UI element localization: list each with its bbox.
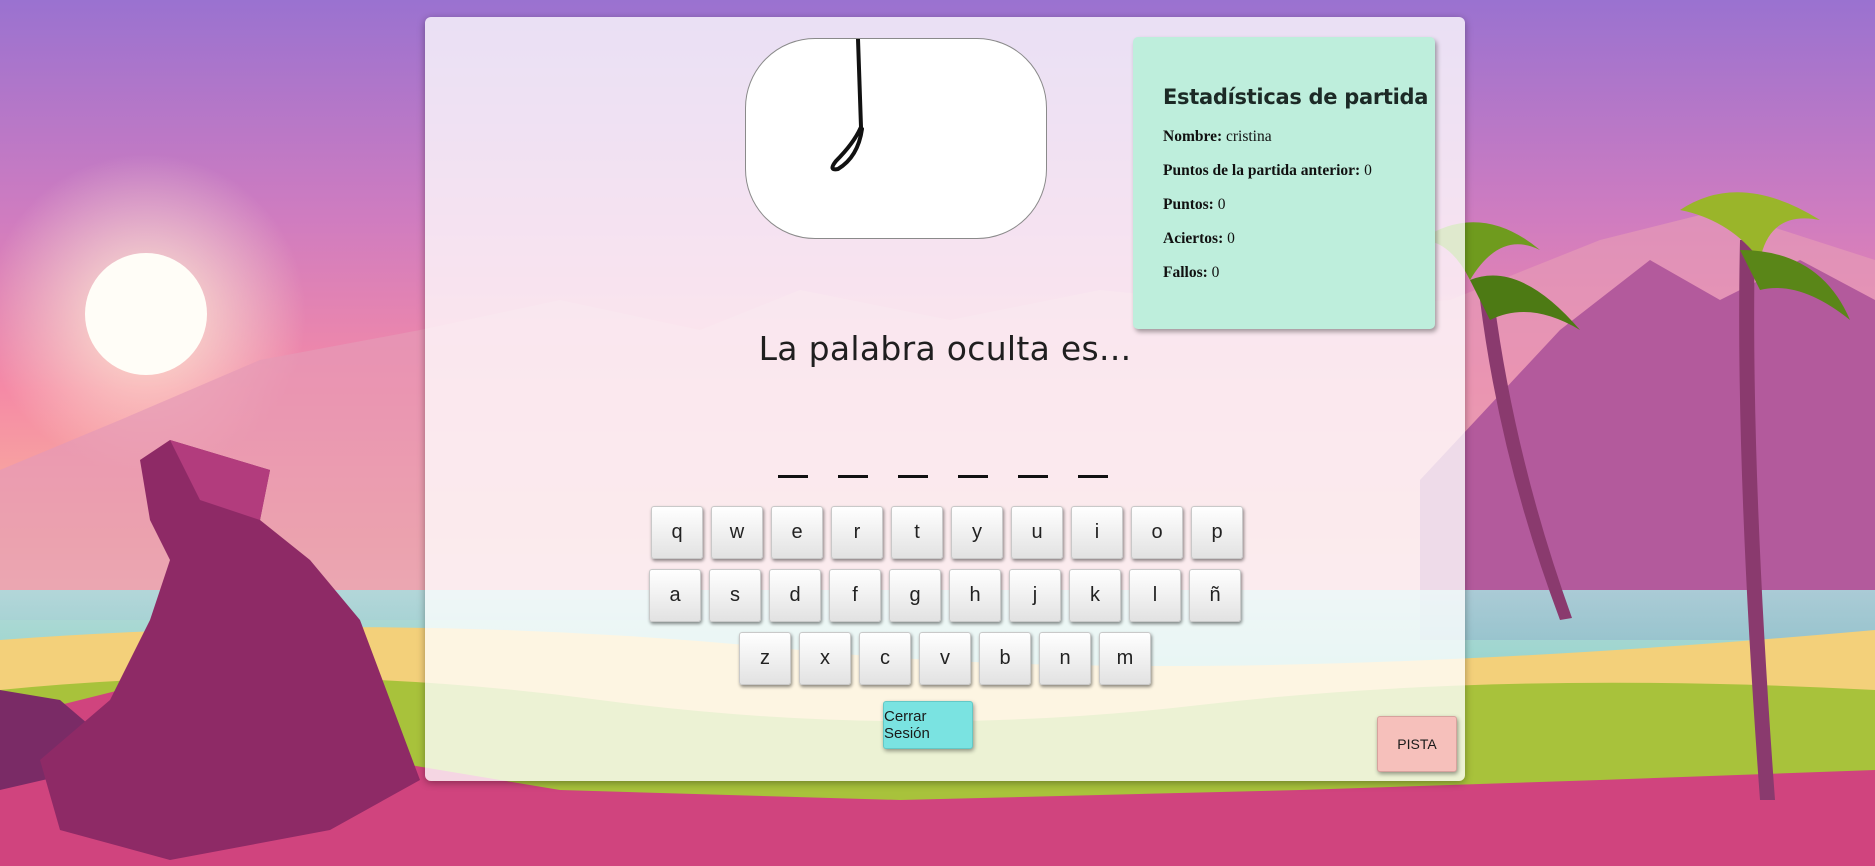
key-m[interactable]: m: [1099, 632, 1151, 685]
stat-misses: Fallos: 0: [1163, 264, 1435, 283]
key-o[interactable]: o: [1131, 506, 1183, 559]
logout-button[interactable]: Cerrar Sesión: [883, 701, 973, 749]
key-x[interactable]: x: [799, 632, 851, 685]
key-ñ[interactable]: ñ: [1189, 569, 1241, 622]
key-k[interactable]: k: [1069, 569, 1121, 622]
letter-slot: [778, 454, 808, 478]
letter-slot: [898, 454, 928, 478]
key-z[interactable]: z: [739, 632, 791, 685]
letter-slot: [1078, 454, 1108, 478]
key-b[interactable]: b: [979, 632, 1031, 685]
key-s[interactable]: s: [709, 569, 761, 622]
stat-previous-points: Puntos de la partida anterior: 0: [1163, 162, 1435, 181]
key-e[interactable]: e: [771, 506, 823, 559]
stats-title: Estadísticas de partida: [1163, 85, 1429, 109]
letter-slot: [1018, 454, 1048, 478]
letter-keyboard: qwertyuiop asdfghjklñ zxcvbnm: [425, 506, 1465, 695]
stat-points: Puntos: 0: [1163, 196, 1435, 215]
stat-points-value: 0: [1217, 196, 1226, 213]
hangman-rope-icon: [830, 39, 864, 172]
keyboard-row-2: asdfghjklñ: [425, 569, 1465, 622]
key-t[interactable]: t: [891, 506, 943, 559]
stat-hits-value: 0: [1227, 230, 1235, 247]
game-panel: Estadísticas de partida Nombre: cristina…: [425, 17, 1465, 781]
stat-previous-points-value: 0: [1364, 162, 1372, 179]
stat-hits: Aciertos: 0: [1163, 230, 1435, 249]
hangman-drawing: [745, 38, 1047, 239]
stat-misses-value: 0: [1211, 264, 1220, 281]
key-r[interactable]: r: [831, 506, 883, 559]
hidden-word-slots: [778, 454, 1108, 478]
key-g[interactable]: g: [889, 569, 941, 622]
key-h[interactable]: h: [949, 569, 1001, 622]
key-l[interactable]: l: [1129, 569, 1181, 622]
stat-hits-label: Aciertos:: [1163, 230, 1224, 247]
key-p[interactable]: p: [1191, 506, 1243, 559]
key-a[interactable]: a: [649, 569, 701, 622]
stat-misses-label: Fallos:: [1163, 264, 1208, 281]
stat-name: Nombre: cristina: [1163, 128, 1435, 147]
key-i[interactable]: i: [1071, 506, 1123, 559]
key-n[interactable]: n: [1039, 632, 1091, 685]
key-u[interactable]: u: [1011, 506, 1063, 559]
stat-points-label: Puntos:: [1163, 196, 1214, 213]
key-q[interactable]: q: [651, 506, 703, 559]
game-stats-card: Estadísticas de partida Nombre: cristina…: [1133, 37, 1435, 329]
keyboard-row-3: zxcvbnm: [425, 632, 1465, 685]
key-j[interactable]: j: [1009, 569, 1061, 622]
hidden-word-heading: La palabra oculta es...: [758, 329, 1132, 368]
key-y[interactable]: y: [951, 506, 1003, 559]
stat-name-label: Nombre:: [1163, 128, 1223, 145]
letter-slot: [958, 454, 988, 478]
key-d[interactable]: d: [769, 569, 821, 622]
keyboard-row-1: qwertyuiop: [425, 506, 1465, 559]
stat-previous-points-label: Puntos de la partida anterior:: [1163, 162, 1361, 179]
key-f[interactable]: f: [829, 569, 881, 622]
letter-slot: [838, 454, 868, 478]
key-w[interactable]: w: [711, 506, 763, 559]
stat-name-value: cristina: [1226, 128, 1272, 145]
hint-button[interactable]: PISTA: [1377, 716, 1457, 772]
key-v[interactable]: v: [919, 632, 971, 685]
key-c[interactable]: c: [859, 632, 911, 685]
